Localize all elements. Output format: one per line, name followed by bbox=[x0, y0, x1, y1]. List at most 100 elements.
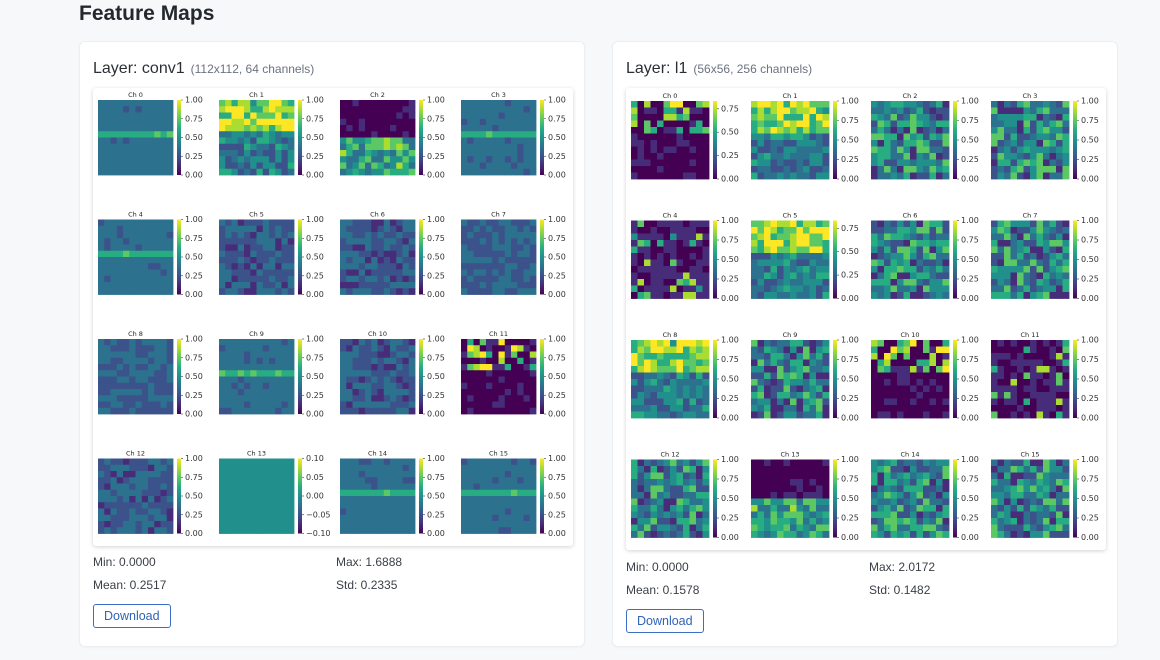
channel-subplot: Ch 2 1.00 0.75 0.50 0.25 0.00 bbox=[340, 91, 445, 180]
channel-subplot: Ch 4 1.00 0.75 0.50 0.25 0.00 bbox=[98, 211, 203, 299]
feature-map-image bbox=[98, 458, 174, 534]
stat-max: Max: 1.6888 bbox=[336, 555, 403, 569]
channel-title: Ch 5 bbox=[783, 212, 798, 220]
colorbar-tick-label: 0.25 bbox=[1081, 514, 1099, 523]
channel-title: Ch 6 bbox=[370, 211, 385, 219]
colorbar-tick-label: 0.25 bbox=[841, 394, 859, 403]
channel-subplot: Ch 8 1.00 0.75 0.50 0.25 0.00 bbox=[631, 331, 739, 423]
channel-title: Ch 0 bbox=[128, 91, 143, 99]
feature-map-image bbox=[461, 219, 537, 295]
feature-map-panel-l1: Layer: l1 (56x56, 256 channels) Ch 0 0.75 0… bbox=[612, 41, 1118, 647]
channel-title: Ch 13 bbox=[247, 450, 266, 458]
colorbar-tick-label: 1.00 bbox=[1081, 216, 1099, 225]
colorbar bbox=[177, 100, 181, 175]
colorbar-tick-label: 0.25 bbox=[841, 155, 859, 164]
colorbar-tick-label: 0.00 bbox=[427, 410, 445, 419]
channel-title: Ch 0 bbox=[663, 92, 678, 100]
colorbar-tick-label: 0.25 bbox=[1081, 275, 1099, 284]
colorbar-tick-label: 0.00 bbox=[1081, 294, 1099, 303]
channel-subplot: Ch 1 1.00 0.75 0.50 0.25 0.00 bbox=[219, 91, 324, 180]
colorbar-tick-label: 0.00 bbox=[548, 290, 566, 299]
feature-map-image bbox=[98, 339, 174, 415]
colorbar bbox=[953, 101, 957, 179]
colorbar bbox=[298, 219, 302, 295]
colorbar-tick-label: 0.25 bbox=[548, 271, 566, 280]
colorbar-tick-label: 0.75 bbox=[185, 353, 203, 362]
feature-map-image bbox=[631, 101, 710, 180]
channel-title: Ch 8 bbox=[128, 330, 143, 338]
channel-subplot: Ch 4 1.00 0.75 0.50 0.25 0.00 bbox=[631, 212, 739, 303]
colorbar-tick-label: 1.00 bbox=[306, 96, 324, 105]
colorbar-tick-label: 1.00 bbox=[961, 336, 979, 345]
colorbar-tick-label: 0.00 bbox=[721, 414, 739, 423]
colorbar-tick-label: 0.25 bbox=[548, 391, 566, 400]
colorbar bbox=[540, 100, 544, 175]
colorbar bbox=[1073, 101, 1077, 179]
colorbar-tick-label: 0.75 bbox=[721, 104, 739, 113]
colorbar bbox=[177, 339, 181, 414]
feature-map-image bbox=[631, 459, 710, 538]
feature-map-image bbox=[991, 101, 1070, 180]
feature-map-image bbox=[98, 100, 174, 176]
colorbar-tick-label: 0.25 bbox=[427, 271, 445, 280]
colorbar-tick-label: 0.25 bbox=[721, 275, 739, 284]
channel-subplot: Ch 0 0.75 0.50 0.25 0.00 bbox=[631, 92, 739, 184]
feature-map-image bbox=[219, 339, 295, 415]
download-button[interactable]: Download bbox=[626, 609, 704, 633]
colorbar-tick-label: 0.00 bbox=[427, 529, 445, 538]
colorbar bbox=[713, 220, 717, 299]
colorbar-tick-label: 0.50 bbox=[427, 372, 445, 381]
colorbar-tick-label: 1.00 bbox=[185, 215, 203, 224]
colorbar bbox=[298, 339, 302, 414]
download-button[interactable]: Download bbox=[93, 604, 171, 628]
channel-subplot: Ch 11 1.00 0.75 0.50 0.25 0.00 bbox=[991, 331, 1099, 423]
colorbar-tick-label: 1.00 bbox=[721, 455, 739, 464]
channel-title: Ch 14 bbox=[901, 451, 920, 459]
channel-title: Ch 14 bbox=[368, 450, 387, 458]
colorbar-tick-label: 0.75 bbox=[548, 114, 566, 123]
colorbar-tick-label: 0.50 bbox=[1081, 375, 1099, 384]
colorbar-tick-label: 1.00 bbox=[1081, 336, 1099, 345]
feature-map-image bbox=[631, 220, 710, 299]
colorbar-tick-label: 0.25 bbox=[548, 510, 566, 519]
colorbar-tick-label: 0.75 bbox=[961, 355, 979, 364]
colorbar-tick-label: 1.00 bbox=[961, 455, 979, 464]
colorbar-tick-label: 0.75 bbox=[721, 236, 739, 245]
colorbar-tick-label: 0.25 bbox=[961, 514, 979, 523]
colorbar-tick-label: 0.25 bbox=[721, 151, 739, 160]
colorbar-tick-label: 0.50 bbox=[841, 247, 859, 256]
colorbar-tick-label: 1.00 bbox=[841, 97, 859, 106]
colorbar-tick-label: 0.00 bbox=[185, 529, 203, 538]
channel-title: Ch 9 bbox=[783, 331, 798, 339]
colorbar-tick-label: 0.75 bbox=[185, 114, 203, 123]
colorbar-tick-label: 0.00 bbox=[961, 414, 979, 423]
layer-meta: (56x56, 256 channels) bbox=[693, 62, 813, 76]
colorbar-tick-label: 0.75 bbox=[841, 224, 859, 233]
channel-subplot: Ch 3 1.00 0.75 0.50 0.25 0.00 bbox=[461, 91, 566, 180]
colorbar-tick-label: 0.00 bbox=[721, 175, 739, 184]
feature-map-figure: Ch 0 1.00 0.75 0.50 0.25 0.00 Ch 1 1.00 0.75 0.50… bbox=[98, 91, 566, 538]
colorbar-tick-label: 0.50 bbox=[306, 133, 324, 142]
channel-subplot: Ch 8 1.00 0.75 0.50 0.25 0.00 bbox=[98, 330, 203, 419]
colorbar-tick-label: −0.05 bbox=[306, 510, 331, 519]
colorbar-tick-label: 0.50 bbox=[548, 372, 566, 381]
colorbar-tick-label: 0.50 bbox=[427, 133, 445, 142]
colorbar-tick-label: 0.50 bbox=[1081, 136, 1099, 145]
feature-map-image bbox=[340, 219, 416, 295]
colorbar-tick-label: 0.25 bbox=[1081, 155, 1099, 164]
stat-min: Min: 0.0000 bbox=[93, 555, 156, 569]
colorbar-tick-label: 0.50 bbox=[185, 372, 203, 381]
feature-map-image bbox=[340, 339, 416, 415]
feature-map-image bbox=[219, 100, 295, 176]
colorbar-tick-label: 0.25 bbox=[841, 514, 859, 523]
feature-map-grid: Ch 0 0.75 0.50 0.25 0.00 Ch 1 1.00 0.75 0.50 0.25… bbox=[626, 88, 1106, 550]
colorbar-tick-label: 0.50 bbox=[1081, 494, 1099, 503]
colorbar-tick-label: 0.75 bbox=[1081, 355, 1099, 364]
colorbar-tick-label: 0.00 bbox=[961, 175, 979, 184]
colorbar bbox=[833, 220, 837, 299]
colorbar bbox=[177, 219, 181, 295]
stat-max: Max: 2.0172 bbox=[869, 560, 936, 574]
colorbar-tick-label: 0.75 bbox=[721, 355, 739, 364]
colorbar-tick-label: 1.00 bbox=[1081, 455, 1099, 464]
colorbar-tick-label: 0.25 bbox=[721, 394, 739, 403]
